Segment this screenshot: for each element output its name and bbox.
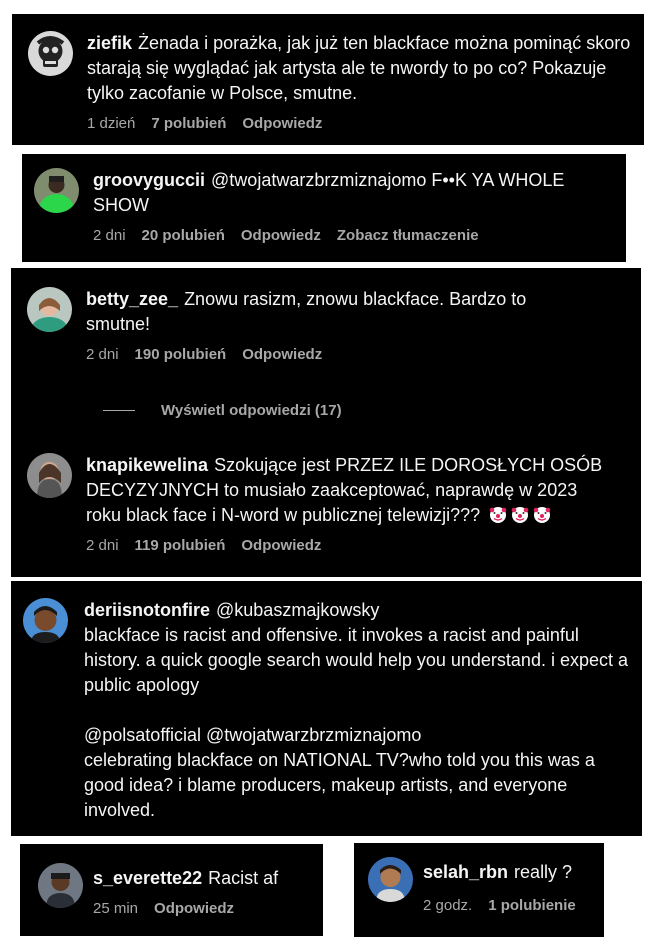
avatar[interactable]: [27, 287, 72, 332]
clown-face-emoji-icon: [511, 507, 529, 523]
comment-text: ziefik Żenada i porażka, jak już ten blac…: [87, 33, 631, 103]
avatar[interactable]: [23, 598, 68, 643]
reply-button[interactable]: Odpowiedz: [242, 115, 322, 132]
comment-text: deriisnotonfire @kubaszmajkowsky: [84, 598, 629, 623]
username[interactable]: s_everette22: [93, 868, 202, 888]
comment-text: groovyguccii @twojatwarzbrzmiznajomo F••K…: [93, 170, 565, 215]
timestamp: 2 dni: [86, 346, 119, 363]
comment-text: s_everette22 Racist af: [93, 868, 279, 888]
mention-link[interactable]: @kubaszmajkowsky: [216, 600, 379, 620]
likes-count[interactable]: 119 polubień: [135, 537, 226, 554]
divider-line: [103, 410, 135, 411]
avatar[interactable]: [28, 31, 73, 76]
view-replies-button[interactable]: Wyświetl odpowiedzi (17): [103, 402, 342, 419]
avatar[interactable]: [38, 863, 83, 908]
likes-count[interactable]: 7 polubień: [151, 115, 226, 132]
comment-meta: 2 dni 190 polubień Odpowiedz: [86, 346, 586, 363]
avatar[interactable]: [368, 857, 413, 902]
mention-line[interactable]: @polsatofficial @twojatwarzbrzmiznajomo: [84, 723, 629, 748]
username[interactable]: betty_zee_: [86, 289, 178, 309]
reply-button[interactable]: Odpowiedz: [241, 537, 321, 554]
comment-meta: 2 dni 119 polubień Odpowiedz: [86, 537, 616, 554]
comment-text: knapikewelina Szokujące jest PRZEZ ILE DO…: [86, 455, 603, 525]
username[interactable]: ziefik: [87, 33, 132, 53]
reply-button[interactable]: Odpowiedz: [242, 346, 322, 363]
timestamp: 1 dzień: [87, 115, 136, 132]
clown-face-emoji-icon: [533, 507, 551, 523]
comment-card: deriisnotonfire @kubaszmajkowsky blackfac…: [11, 581, 642, 836]
comment-meta: 2 godz. 1 polubienie: [423, 897, 593, 914]
likes-count[interactable]: 190 polubień: [135, 346, 227, 363]
comment-meta: 1 dzień 7 polubień Odpowiedz: [87, 115, 637, 132]
likes-count[interactable]: 20 polubień: [142, 227, 225, 244]
clown-face-emoji-icon: [489, 507, 507, 523]
timestamp: 25 min: [93, 900, 139, 917]
comment-text: betty_zee_ Znowu rasizm, znowu blackface.…: [86, 289, 527, 334]
username[interactable]: deriisnotonfire: [84, 600, 210, 620]
avatar[interactable]: [27, 453, 72, 498]
comment-paragraph: celebrating blackface on NATIONAL TV?who…: [84, 750, 595, 820]
timestamp: 2 dni: [86, 537, 119, 554]
comment-text: selah_rbn really ?: [423, 862, 573, 882]
avatar[interactable]: [34, 168, 79, 213]
timestamp: 2 godz.: [423, 897, 473, 914]
comment-meta: 2 dni 20 polubień Odpowiedz Zobacz tłuma…: [93, 227, 603, 244]
reply-button[interactable]: Odpowiedz: [154, 900, 234, 917]
likes-count[interactable]: 1 polubienie: [488, 897, 576, 914]
comment-card: selah_rbn really ? 2 godz. 1 polubienie: [354, 843, 604, 937]
comment-card: groovyguccii @twojatwarzbrzmiznajomo F••K…: [22, 154, 626, 262]
comment-card: s_everette22 Racist af 25 min Odpowiedz: [20, 844, 323, 936]
username[interactable]: selah_rbn: [423, 862, 508, 882]
username[interactable]: groovyguccii: [93, 170, 205, 190]
reply-button[interactable]: Odpowiedz: [241, 227, 321, 244]
comment-card: ziefik Żenada i porażka, jak już ten blac…: [12, 14, 644, 145]
comment-paragraph: blackface is racist and offensive. it in…: [84, 625, 628, 695]
see-translation-button[interactable]: Zobacz tłumaczenie: [337, 227, 479, 244]
comment-card: betty_zee_ Znowu rasizm, znowu blackface.…: [11, 268, 641, 577]
comment-meta: 25 min Odpowiedz: [93, 900, 313, 917]
username[interactable]: knapikewelina: [86, 455, 208, 475]
timestamp: 2 dni: [93, 227, 126, 244]
